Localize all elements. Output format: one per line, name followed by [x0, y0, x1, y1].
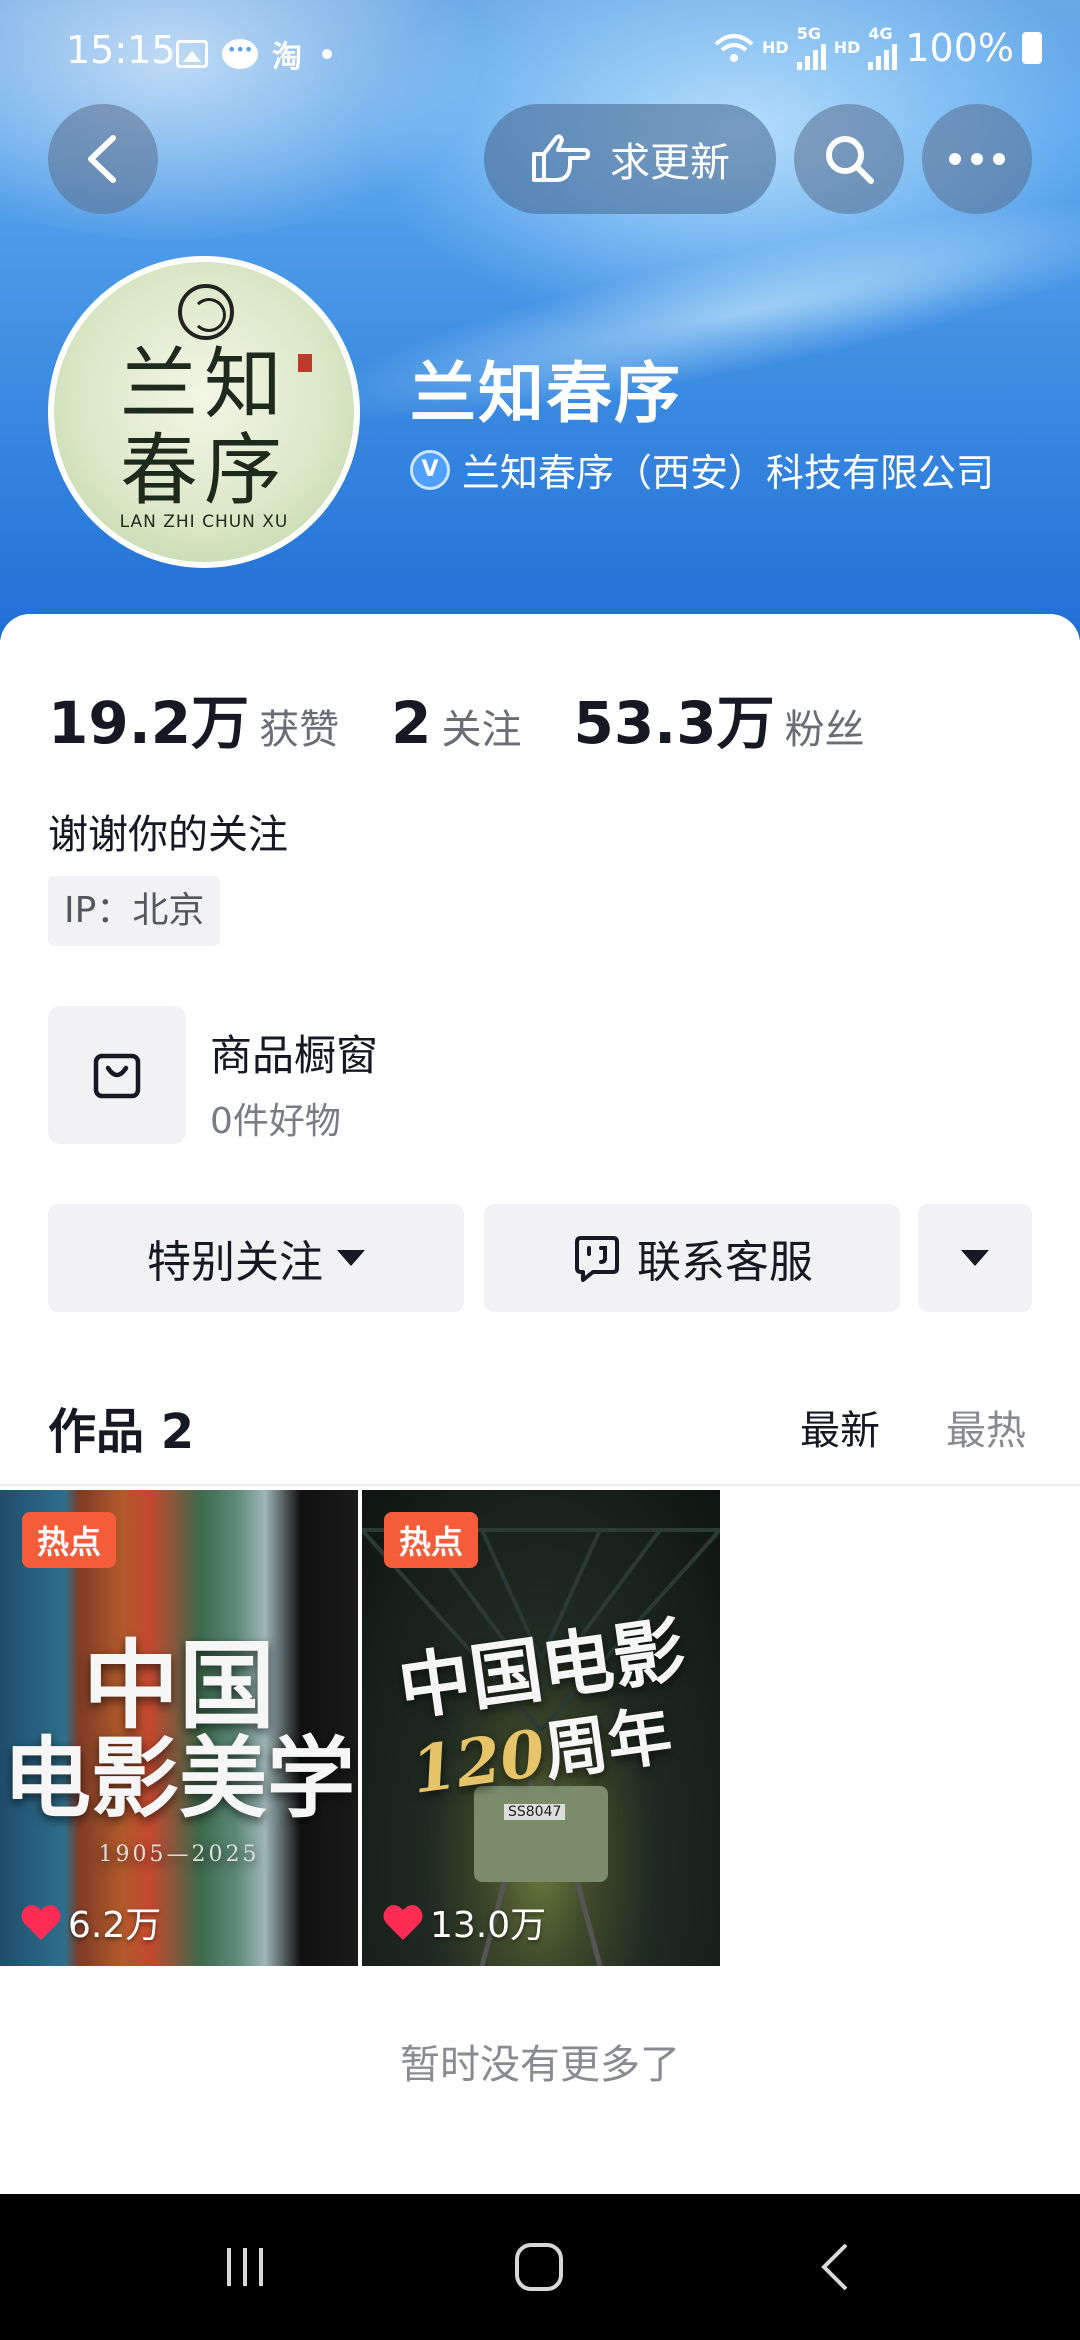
video-thumbnail[interactable]: 热点 中国 电影美学 1905—2025 6.2万 [0, 1490, 358, 1966]
taobao-icon: 淘 [272, 40, 302, 75]
hd-label: HD [833, 38, 861, 57]
status-time: 15:15 [66, 28, 176, 72]
battery-percent: 100% [905, 26, 1014, 70]
profile-avatar[interactable]: 兰知 春序 LAN ZHI CHUN XU [48, 256, 360, 568]
fans-count[interactable]: 53.3万 [573, 676, 774, 760]
network-5g-label: 5G [796, 24, 821, 43]
following-label[interactable]: 关注 [441, 697, 521, 755]
hot-badge: 热点 [22, 1512, 116, 1568]
message-icon [222, 39, 258, 69]
gallery-icon [176, 40, 208, 68]
shopping-bag-icon [93, 1053, 141, 1099]
heart-icon [383, 1904, 423, 1940]
battery-icon [1022, 32, 1042, 64]
chevron-left-icon [88, 135, 116, 183]
ip-location-tag: IP：北京 [48, 876, 221, 946]
likes-count[interactable]: 19.2万 [48, 676, 249, 760]
system-back-button[interactable] [780, 2194, 890, 2340]
heart-icon [21, 1904, 61, 1940]
avatar-logo-text-line2: 春序 [119, 426, 288, 516]
more-actions-dropdown-button[interactable] [918, 1204, 1032, 1312]
thumbnail-anniversary-text: 周年 [539, 1698, 677, 1791]
sort-latest-tab[interactable]: 最新 [800, 1398, 880, 1456]
home-icon [515, 2243, 563, 2291]
system-indicators: HD 5G HD 4G 100% [714, 26, 1042, 70]
works-tab-title[interactable]: 作品 2 [48, 1392, 194, 1462]
shop-window-button[interactable] [48, 1006, 186, 1144]
request-update-label: 求更新 [610, 140, 730, 186]
video-likes-value: 13.0万 [430, 1905, 547, 1946]
special-follow-label: 特别关注 [147, 1237, 323, 1288]
more-notifications-dot [322, 49, 332, 59]
recent-apps-button[interactable] [190, 2194, 300, 2340]
profile-bio: 谢谢你的关注 [48, 812, 288, 858]
verified-company-name: 兰知春序（西安）科技有限公司 [462, 451, 995, 495]
hd-label: HD [762, 38, 789, 57]
back-button[interactable] [48, 104, 158, 214]
video-likes-value: 6.2万 [68, 1905, 162, 1946]
shop-window-title[interactable]: 商品橱窗 [210, 1022, 378, 1083]
thumbnail-anniversary-number: 120 [407, 1715, 550, 1809]
signal-5g: 5G [796, 24, 826, 70]
special-follow-button[interactable]: 特别关注 [48, 1204, 464, 1312]
video-thumbnail[interactable]: 热点 中国电影 120周年 13.0万 [362, 1490, 720, 1966]
contact-service-button[interactable]: 联系客服 [484, 1204, 900, 1312]
verification-row[interactable]: V 兰知春序（西安）科技有限公司 [410, 442, 994, 497]
more-dots-icon [949, 153, 1005, 165]
recent-apps-icon [227, 2248, 263, 2286]
thumbnail-title-line2: 电影美学 [2, 1726, 355, 1830]
contact-service-label: 联系客服 [637, 1237, 813, 1288]
more-options-button[interactable] [922, 104, 1032, 214]
customer-service-icon [575, 1236, 619, 1282]
home-button[interactable] [484, 2194, 594, 2340]
system-navigation-bar [0, 2194, 1080, 2340]
divider [0, 1484, 1080, 1486]
request-update-button[interactable]: 求更新 [484, 104, 776, 214]
red-seal-icon [298, 354, 312, 372]
thumbnail-years: 1905—2025 [98, 1842, 260, 1867]
logo-knot-icon [178, 284, 234, 340]
video-like-count: 6.2万 [20, 1896, 161, 1948]
hot-badge: 热点 [384, 1512, 478, 1568]
dropdown-triangle-icon [961, 1250, 989, 1266]
signal-4g: 4G [868, 24, 898, 70]
profile-stats: 19.2万 获赞 2 关注 53.3万 粉丝 [48, 676, 865, 760]
profile-name: 兰知春序 [410, 355, 682, 432]
video-like-count: 13.0万 [382, 1896, 546, 1948]
sort-hottest-tab[interactable]: 最热 [946, 1398, 1026, 1456]
end-of-list-text: 暂时没有更多了 [400, 2042, 680, 2088]
pointing-hand-icon [532, 134, 590, 182]
signal-bars-icon [868, 42, 898, 70]
back-chevron-icon [821, 2243, 848, 2291]
wifi-icon [714, 34, 754, 62]
dropdown-triangle-icon [337, 1250, 365, 1266]
notification-icons: 淘 [176, 32, 332, 76]
signal-bars-icon [796, 42, 826, 70]
following-count[interactable]: 2 [391, 689, 431, 757]
verified-badge-icon: V [410, 449, 450, 490]
likes-label[interactable]: 获赞 [259, 697, 339, 755]
avatar-logo-roman: LAN ZHI CHUN XU [119, 512, 289, 532]
fans-label[interactable]: 粉丝 [785, 697, 865, 755]
search-icon [826, 136, 874, 184]
shop-window-subtitle: 0件好物 [210, 1101, 341, 1142]
network-4g-label: 4G [868, 24, 893, 43]
search-button[interactable] [794, 104, 904, 214]
status-bar: 15:15 淘 HD 5G HD 4G 100% [0, 0, 1080, 100]
